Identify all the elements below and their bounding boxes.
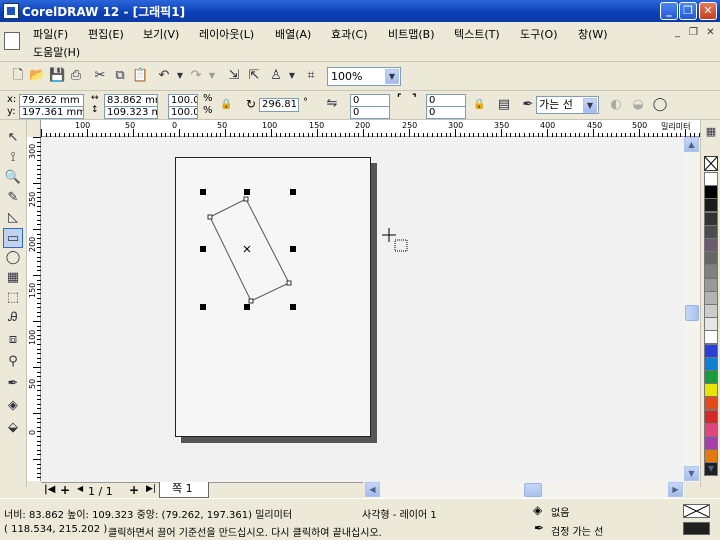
color-swatch[interactable] [704,172,718,186]
color-palette: ▦ ▼ [700,120,720,487]
outline-pen-icon: ✒ [534,521,545,535]
color-swatch[interactable] [704,238,718,252]
node-handle[interactable] [286,280,292,286]
outline-color-swatch[interactable] [683,522,710,535]
color-swatch[interactable] [704,277,718,292]
palette-scroll-down-icon[interactable]: ▼ [705,464,717,474]
page-tab-label: 쪽 1 [172,482,193,495]
prev-page-button[interactable]: ◀ [77,484,83,493]
page-tab[interactable]: 쪽 1 [159,482,209,498]
scroll-left-button[interactable]: ◀ [365,482,380,497]
color-swatch[interactable] [704,343,718,358]
selection-handle[interactable] [200,246,206,252]
fill-bucket-icon: ◈ [533,503,543,517]
color-swatch[interactable] [704,330,718,345]
color-swatch[interactable] [704,396,718,411]
status-object-info: 사각형 - 레이어 1 [362,510,437,521]
color-swatch[interactable] [704,409,718,424]
fill-color-swatch[interactable] [683,504,710,518]
node-handle[interactable] [243,196,249,202]
rotated-rectangle[interactable] [209,198,290,302]
scroll-up-button[interactable]: ▲ [684,137,699,152]
color-swatch[interactable] [704,264,718,279]
selection-handle[interactable] [244,304,250,310]
color-swatch[interactable] [704,211,718,226]
selection-handle[interactable] [200,304,206,310]
status-outline-label: 검정 가는 선 [551,527,604,538]
color-swatch[interactable] [704,251,718,266]
status-cursor-position: ( 118.534, 215.202 ) [4,524,108,535]
vertical-scroll-thumb[interactable] [685,305,699,321]
color-swatch[interactable] [704,185,718,200]
status-hint: 클릭하면서 끌어 기준선을 만드십시오. 다시 클릭하여 끝내십시오. [108,528,382,539]
status-fill-label: 없음 [551,508,570,519]
selection-overlay [200,189,408,310]
color-swatch[interactable] [704,422,718,437]
horizontal-scroll-thumb[interactable] [524,483,542,497]
color-swatch[interactable] [704,304,718,318]
palette-menu-icon[interactable]: ▦ [703,124,719,140]
last-page-button[interactable]: ▶| [146,484,156,494]
center-marker-icon[interactable] [243,245,251,253]
color-swatch[interactable] [704,356,718,371]
first-page-button[interactable]: |◀ [44,484,55,495]
selection-handle[interactable] [200,189,206,195]
selection-handle[interactable] [244,189,250,195]
scroll-down-button[interactable]: ▼ [684,466,699,481]
color-swatch[interactable] [704,290,718,305]
color-swatch[interactable] [704,198,718,213]
node-handle[interactable] [248,298,254,304]
crosshair-cursor-icon [382,228,408,252]
selection-handle[interactable] [290,304,296,310]
scroll-right-button[interactable]: ▶ [668,482,683,497]
node-handle[interactable] [207,214,213,220]
color-swatch[interactable] [704,224,718,239]
status-dimensions: 너비: 83.862 높이: 109.323 중앙: (79.262, 197.… [4,510,293,521]
color-swatch[interactable] [704,317,718,332]
no-color-swatch[interactable] [704,156,718,171]
page-navigator: |◀ + ◀ 1 / 1 + ▶| 쪽 1 [41,482,363,498]
add-page-after-button[interactable]: + [129,483,139,497]
color-swatch[interactable] [704,370,718,384]
selection-handle[interactable] [290,246,296,252]
color-swatch[interactable] [704,383,718,398]
color-swatch[interactable] [704,436,718,450]
horizontal-scrollbar[interactable]: ◀ ▶ [365,482,684,498]
color-swatch[interactable] [704,449,718,464]
vertical-scrollbar[interactable]: ▲ ▼ [684,137,700,482]
page-count: 1 / 1 [88,485,113,498]
add-page-before-button[interactable]: + [60,483,70,497]
status-bar: 너비: 83.862 높이: 109.323 중앙: (79.262, 197.… [0,498,720,540]
selection-handle[interactable] [290,189,296,195]
